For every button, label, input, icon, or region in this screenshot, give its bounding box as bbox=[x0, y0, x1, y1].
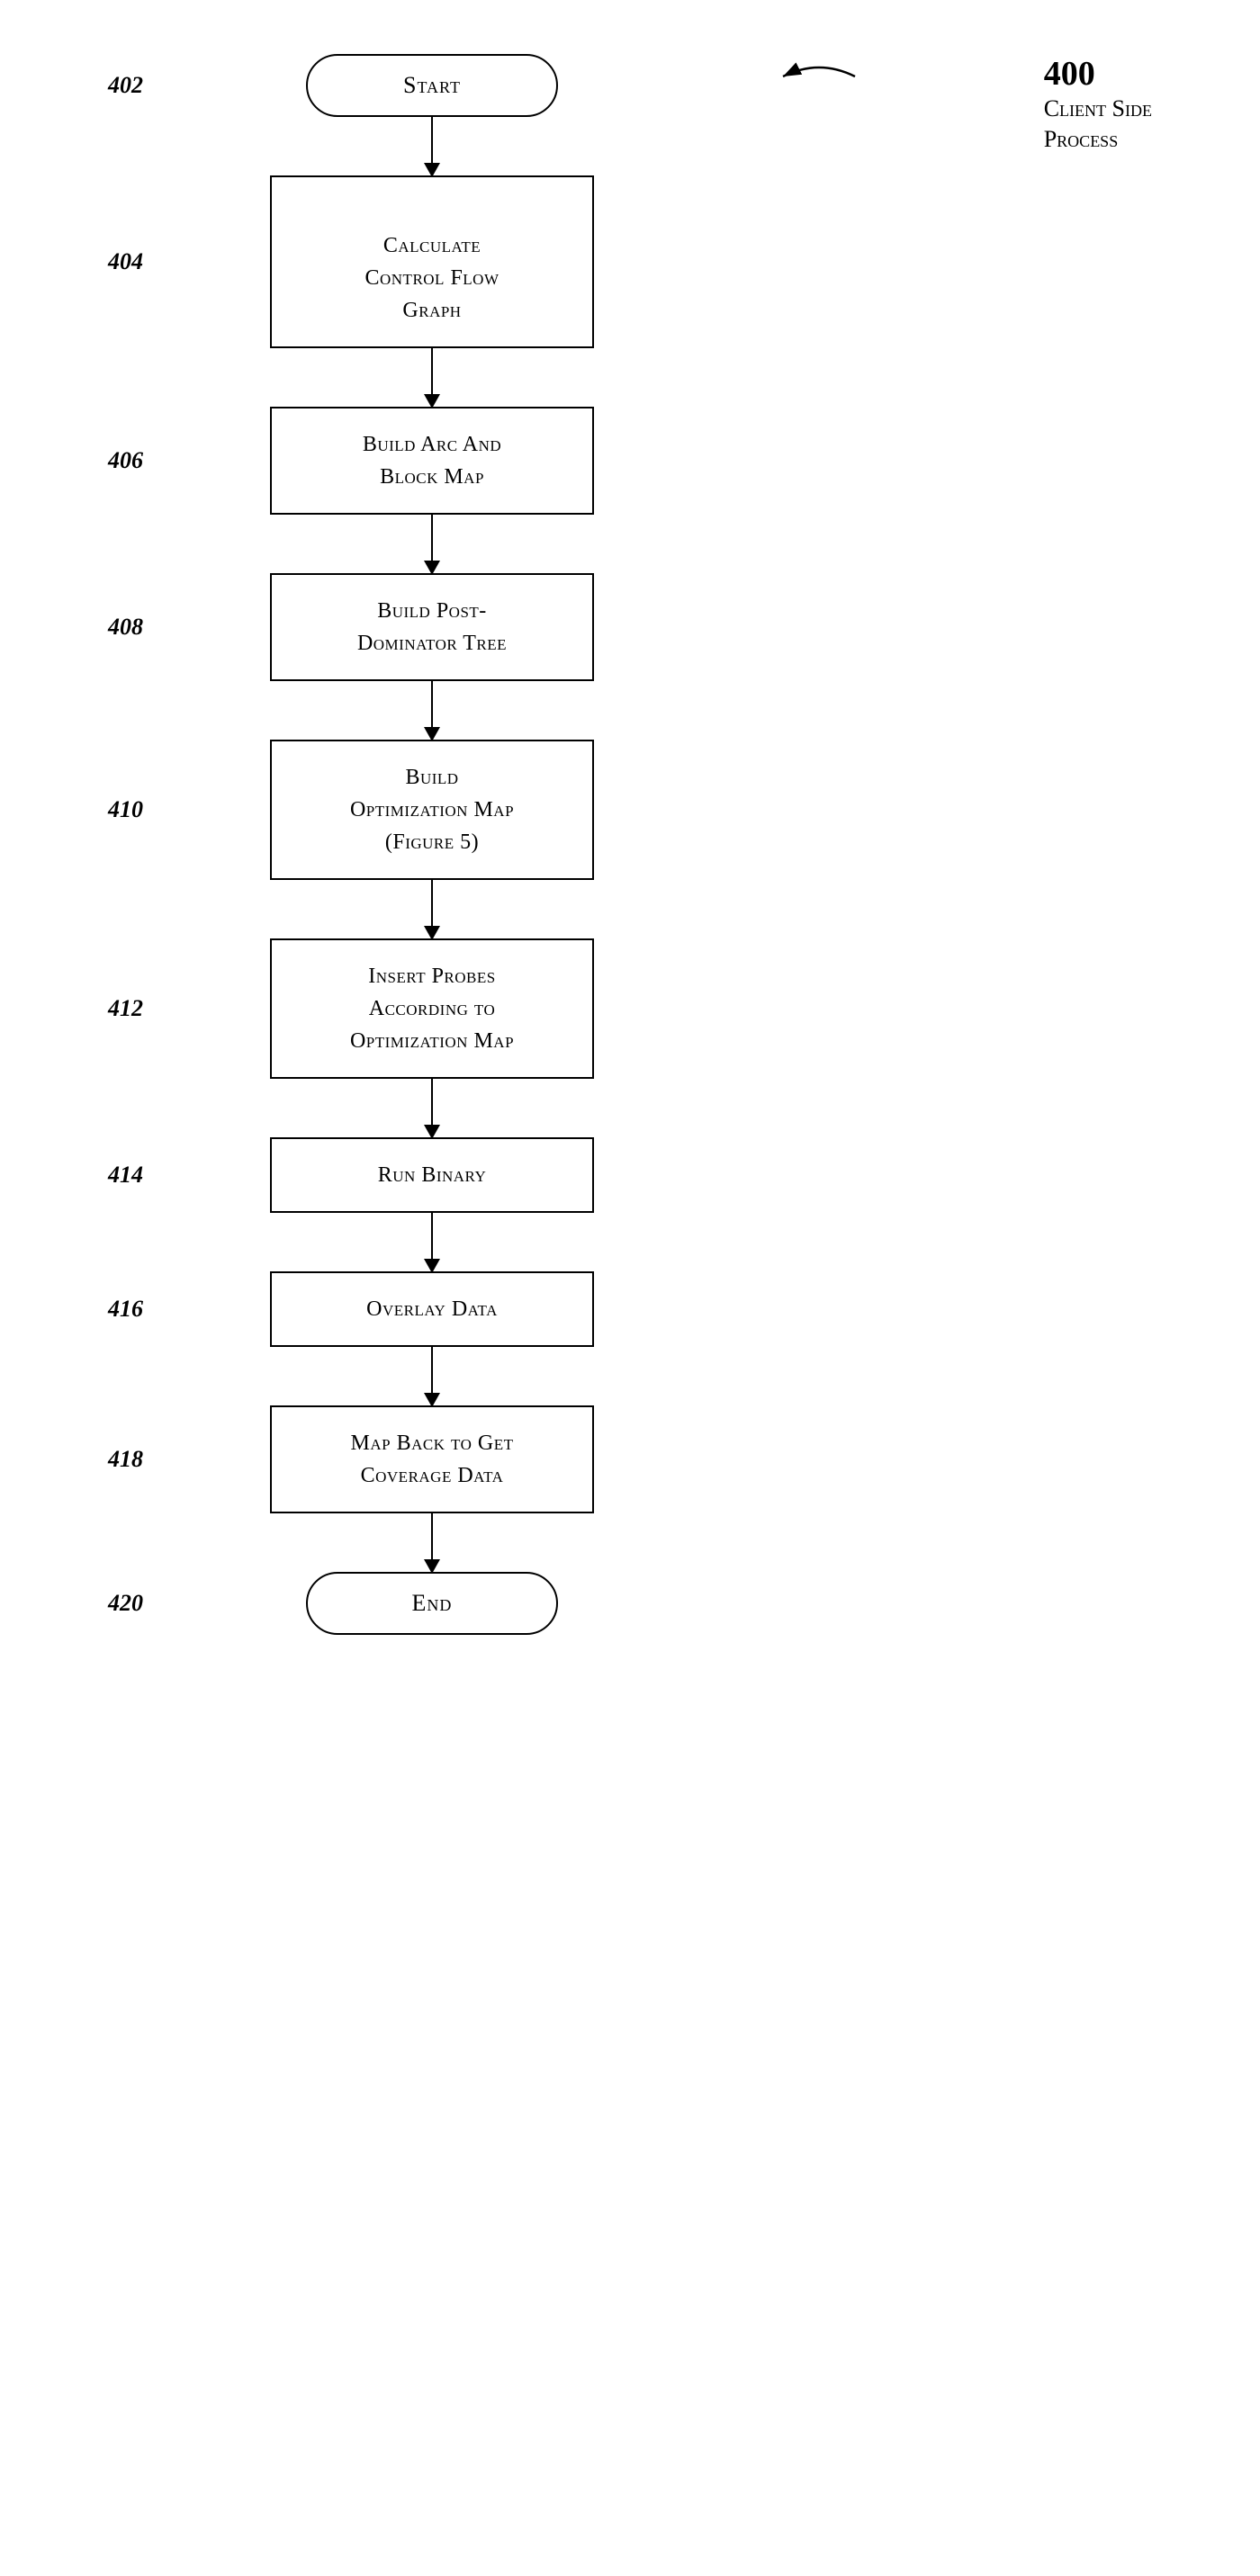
step-map-back-wrapper: 418 Map Back to GetCoverage Data bbox=[180, 1405, 684, 1513]
label-410: 410 bbox=[108, 796, 143, 823]
arrow-7 bbox=[431, 1213, 434, 1271]
arrow-1 bbox=[431, 117, 434, 175]
label-404: 404 bbox=[108, 248, 143, 275]
node-insert-probes: Insert ProbesAccording toOptimization Ma… bbox=[270, 938, 594, 1079]
step-build-post-wrapper: 408 Build Post-Dominator Tree bbox=[180, 573, 684, 681]
arrow-4 bbox=[431, 681, 434, 740]
figure-title-area: 400 Client Side Process bbox=[1044, 54, 1152, 155]
node-build-arc: Build Arc AndBlock Map bbox=[270, 407, 594, 515]
node-end: End bbox=[306, 1572, 558, 1635]
node-run-binary: Run Binary bbox=[270, 1137, 594, 1213]
label-418: 418 bbox=[108, 1446, 143, 1473]
step-build-arc-wrapper: 406 Build Arc AndBlock Map bbox=[180, 407, 684, 515]
step-insert-probes-wrapper: 412 Insert ProbesAccording toOptimizatio… bbox=[180, 938, 684, 1079]
node-build-post: Build Post-Dominator Tree bbox=[270, 573, 594, 681]
node-overlay-data: Overlay Data bbox=[270, 1271, 594, 1347]
node-calc-cfg: CalculateControl FlowGraph bbox=[270, 175, 594, 348]
node-map-back: Map Back to GetCoverage Data bbox=[270, 1405, 594, 1513]
node-start: Start bbox=[306, 54, 558, 117]
figure-title-line1: Client Side bbox=[1044, 94, 1152, 124]
arrow-8 bbox=[431, 1347, 434, 1405]
arrow-6 bbox=[431, 1079, 434, 1137]
arrow-5 bbox=[431, 880, 434, 938]
label-420: 420 bbox=[108, 1590, 143, 1617]
label-408: 408 bbox=[108, 614, 143, 641]
step-overlay-data-wrapper: 416 Overlay Data bbox=[180, 1271, 684, 1347]
node-build-opt: BuildOptimization Map(Figure 5) bbox=[270, 740, 594, 880]
label-402: 402 bbox=[108, 72, 143, 99]
figure-number: 400 bbox=[1044, 54, 1152, 94]
label-414: 414 bbox=[108, 1162, 143, 1189]
label-412: 412 bbox=[108, 995, 143, 1022]
arrow-2 bbox=[431, 348, 434, 407]
arrow-3 bbox=[431, 515, 434, 573]
step-run-binary-wrapper: 414 Run Binary bbox=[180, 1137, 684, 1213]
flow-column: 402 Start 404 CalculateControl FlowGraph… bbox=[180, 54, 684, 1635]
diagram-container: 400 Client Side Process 402 Start 404 Ca… bbox=[0, 0, 1260, 2576]
label-416: 416 bbox=[108, 1296, 143, 1323]
step-calc-cfg-wrapper: 404 CalculateControl FlowGraph bbox=[180, 175, 684, 348]
step-end-wrapper: 420 End bbox=[180, 1572, 684, 1635]
figure-title-line2: Process bbox=[1044, 124, 1152, 155]
step-start-wrapper: 402 Start bbox=[180, 54, 684, 117]
title-arrow-svg bbox=[765, 49, 873, 103]
step-build-opt-wrapper: 410 BuildOptimization Map(Figure 5) bbox=[180, 740, 684, 880]
label-406: 406 bbox=[108, 447, 143, 474]
arrow-9 bbox=[431, 1513, 434, 1572]
